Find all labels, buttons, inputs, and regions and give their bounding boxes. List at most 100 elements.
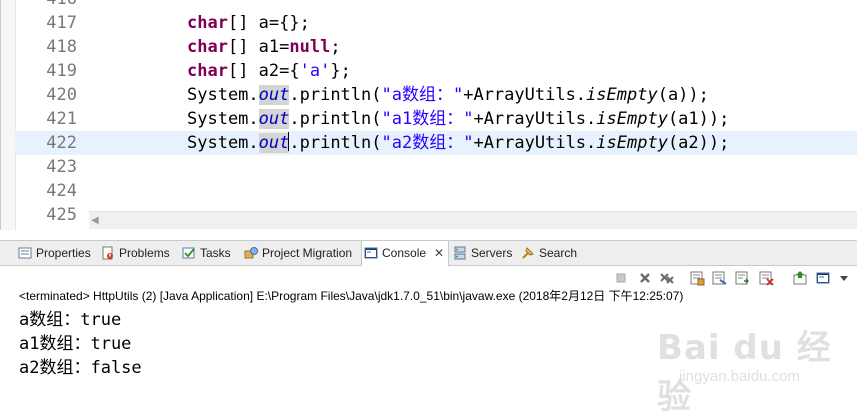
display-selected-console-icon[interactable] <box>792 270 808 286</box>
tab-label: Project Migration <box>262 246 353 260</box>
console-status-line: <terminated> HttpUtils (2) [Java Applica… <box>19 289 684 303</box>
line-number: 420 <box>46 85 77 105</box>
tab-label: Console <box>382 246 427 260</box>
code-token-plain: [] a1= <box>227 37 290 57</box>
code-token-plain: +ArrayUtils. <box>463 85 587 105</box>
code-line[interactable]: 419 char[] a2={'a'}; <box>15 59 857 83</box>
line-number: 418 <box>46 37 77 57</box>
line-number: 424 <box>46 181 77 201</box>
code-text[interactable]: char[] a2={'a'}; <box>187 59 351 83</box>
tasks-icon <box>182 244 196 259</box>
code-line[interactable]: 416 <box>15 0 857 11</box>
code-line[interactable]: 424 <box>15 179 857 203</box>
code-token-field: out <box>258 85 290 105</box>
code-token-plain: System. <box>187 85 259 105</box>
code-token-plain: ; <box>330 37 341 57</box>
line-number: 421 <box>46 109 77 129</box>
servers-icon <box>453 244 467 260</box>
code-token-plain: .println( <box>289 109 382 129</box>
open-console-icon[interactable] <box>815 270 831 286</box>
code-token-plain: (a2)); <box>667 133 730 153</box>
code-token-plain: (a)); <box>657 85 709 105</box>
tab-search[interactable]: Search <box>521 241 577 265</box>
line-number: 419 <box>46 61 77 81</box>
code-token-plain: }; <box>330 61 351 81</box>
tab-label: Search <box>539 246 578 260</box>
code-token-kw: null <box>289 37 331 57</box>
console-icon <box>364 244 378 259</box>
close-icon[interactable]: ✕ <box>434 246 444 260</box>
console-output-line: a数组：true <box>19 310 122 330</box>
line-number: 423 <box>46 157 77 177</box>
code-token-method: isEmpty <box>596 133 668 153</box>
problems-icon <box>101 244 115 260</box>
code-line[interactable]: 421 System.out.println("a1数组："+ArrayUtils… <box>15 107 857 131</box>
code-token-kw: char <box>187 37 228 57</box>
code-line-current[interactable]: 422 System.out.println("a2数组："+ArrayUtils… <box>15 131 857 155</box>
tab-label: Problems <box>119 246 170 260</box>
code-line[interactable]: 423 <box>15 155 857 179</box>
scroll-left-icon[interactable]: ◀ <box>91 212 99 229</box>
tab-label: Tasks <box>200 246 231 260</box>
code-token-plain: .println( <box>289 133 382 153</box>
code-line[interactable]: 417 char[] a={}; <box>15 11 857 35</box>
baidu-jingyan-watermark: Bai du 经验 jingyan.baidu.com <box>649 318 849 417</box>
code-text[interactable]: char[] a1=null; <box>187 35 341 59</box>
code-editor[interactable]: 416417char[] a={};418char[] a1=null;419c… <box>0 0 857 230</box>
tab-label: Servers <box>471 246 513 260</box>
project-migration-icon <box>244 244 258 259</box>
pin-console-icon[interactable] <box>758 270 774 286</box>
code-token-plain: +ArrayUtils. <box>473 109 597 129</box>
code-token-plain: +ArrayUtils. <box>473 133 597 153</box>
code-token-str: "a数组：" <box>381 85 464 105</box>
code-token-plain: [] a={}; <box>227 13 310 33</box>
watermark-url: jingyan.baidu.com <box>679 368 800 385</box>
properties-icon <box>18 244 32 259</box>
remove-all-terminated-icon[interactable] <box>659 270 675 286</box>
code-token-plain: [] a2={ <box>227 61 300 81</box>
remove-launch-icon[interactable] <box>637 270 653 286</box>
clear-console-icon[interactable] <box>711 270 727 286</box>
search-icon <box>521 244 535 259</box>
tab-properties[interactable]: Properties <box>18 241 91 265</box>
tab-project-migration[interactable]: Project Migration <box>244 241 352 265</box>
code-token-str: "a2数组：" <box>381 133 474 153</box>
code-token-plain: System. <box>187 133 259 153</box>
tab-problems[interactable]: Problems <box>101 241 170 265</box>
line-number: 417 <box>46 13 77 33</box>
code-token-str: 'a' <box>299 61 331 81</box>
code-token-kw: char <box>187 13 228 33</box>
code-text[interactable]: System.out.println("a数组："+ArrayUtils.isE… <box>187 83 709 107</box>
tab-console[interactable]: Console ✕ <box>361 241 450 266</box>
scroll-lock-icon[interactable] <box>689 270 705 286</box>
code-text[interactable]: System.out.println("a2数组："+ArrayUtils.is… <box>187 131 729 155</box>
code-token-plain: System. <box>187 109 259 129</box>
code-token-method: isEmpty <box>586 85 658 105</box>
line-number: 425 <box>46 205 77 225</box>
tab-servers[interactable]: Servers <box>453 241 512 265</box>
console-output-line: a1数组：true <box>19 334 132 354</box>
code-token-method: isEmpty <box>596 109 668 129</box>
code-token-str: "a1数组：" <box>381 109 474 129</box>
code-text[interactable]: System.out.println("a1数组："+ArrayUtils.is… <box>187 107 729 131</box>
console-output-line: a2数组：false <box>19 358 142 378</box>
code-text[interactable]: char[] a={}; <box>187 11 310 35</box>
tab-label: Properties <box>36 246 91 260</box>
code-token-field: out <box>258 109 290 129</box>
view-tab-bar: Properties Problems Tasks Project Migration… <box>0 240 857 266</box>
code-token-plain: .println( <box>289 85 382 105</box>
code-line[interactable]: 418 char[] a1=null; <box>15 35 857 59</box>
code-line[interactable]: 420 System.out.println("a数组："+ArrayUtils.… <box>15 83 857 107</box>
word-wrap-icon[interactable] <box>734 270 750 286</box>
line-number: 422 <box>46 133 77 153</box>
terminate-icon[interactable] <box>613 270 629 286</box>
console-toolbar <box>0 268 857 288</box>
code-token-plain: (a1)); <box>667 109 730 129</box>
editor-horizontal-scrollbar[interactable]: ◀ <box>89 211 857 229</box>
editor-vertical-ruler <box>1 0 16 230</box>
tab-tasks[interactable]: Tasks <box>182 241 231 265</box>
code-token-kw: char <box>187 61 228 81</box>
line-number: 416 <box>25 0 77 11</box>
view-menu-icon[interactable] <box>836 270 852 286</box>
code-token-field: out <box>258 133 290 153</box>
